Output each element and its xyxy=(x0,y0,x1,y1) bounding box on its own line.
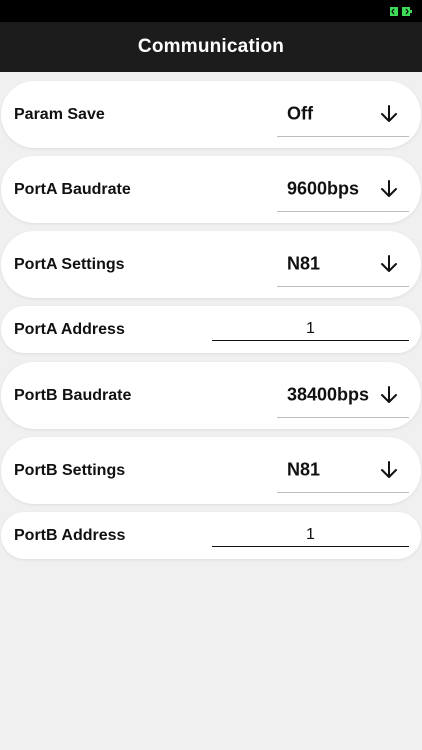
portb-address-label: PortB Address xyxy=(14,526,126,544)
page-title: Communication xyxy=(137,36,285,57)
portb-baudrate-value: 38400bps xyxy=(287,384,370,405)
portb-baudrate-picker[interactable]: 38400bps xyxy=(277,373,409,418)
portb-settings-value: N81 xyxy=(287,459,321,480)
portb-settings-label: PortB Settings xyxy=(14,461,126,479)
porta-baudrate-label: PortA Baudrate xyxy=(14,180,131,198)
arrow-down-icon xyxy=(381,180,397,197)
param-save-value: Off xyxy=(287,103,313,124)
porta-address-label: PortA Address xyxy=(14,320,125,338)
battery-charging-icon xyxy=(390,7,412,16)
porta-settings-value: N81 xyxy=(287,253,321,274)
arrow-down-icon xyxy=(381,105,397,122)
portb-settings-row: PortB Settings N81 xyxy=(1,437,421,504)
arrow-down-icon xyxy=(381,461,397,478)
param-save-row: Param Save Off xyxy=(1,81,421,148)
porta-settings-picker[interactable]: N81 xyxy=(277,242,409,287)
portb-address-row: PortB Address xyxy=(1,512,421,559)
porta-settings-label: PortA Settings xyxy=(14,255,125,273)
arrow-down-icon xyxy=(381,386,397,403)
porta-address-row: PortA Address xyxy=(1,306,421,353)
status-bar xyxy=(0,0,422,22)
porta-address-input[interactable] xyxy=(212,318,409,341)
portb-baudrate-label: PortB Baudrate xyxy=(14,386,132,404)
nav-bar: Communication xyxy=(0,22,422,72)
portb-settings-picker[interactable]: N81 xyxy=(277,448,409,493)
param-save-picker[interactable]: Off xyxy=(277,92,409,137)
porta-settings-row: PortA Settings N81 xyxy=(1,231,421,298)
portb-baudrate-row: PortB Baudrate 38400bps xyxy=(1,362,421,429)
portb-address-input[interactable] xyxy=(212,524,409,547)
arrow-down-icon xyxy=(381,255,397,272)
porta-baudrate-row: PortA Baudrate 9600bps xyxy=(1,156,421,223)
porta-baudrate-value: 9600bps xyxy=(287,178,360,199)
porta-baudrate-picker[interactable]: 9600bps xyxy=(277,167,409,212)
param-save-label: Param Save xyxy=(14,105,105,123)
